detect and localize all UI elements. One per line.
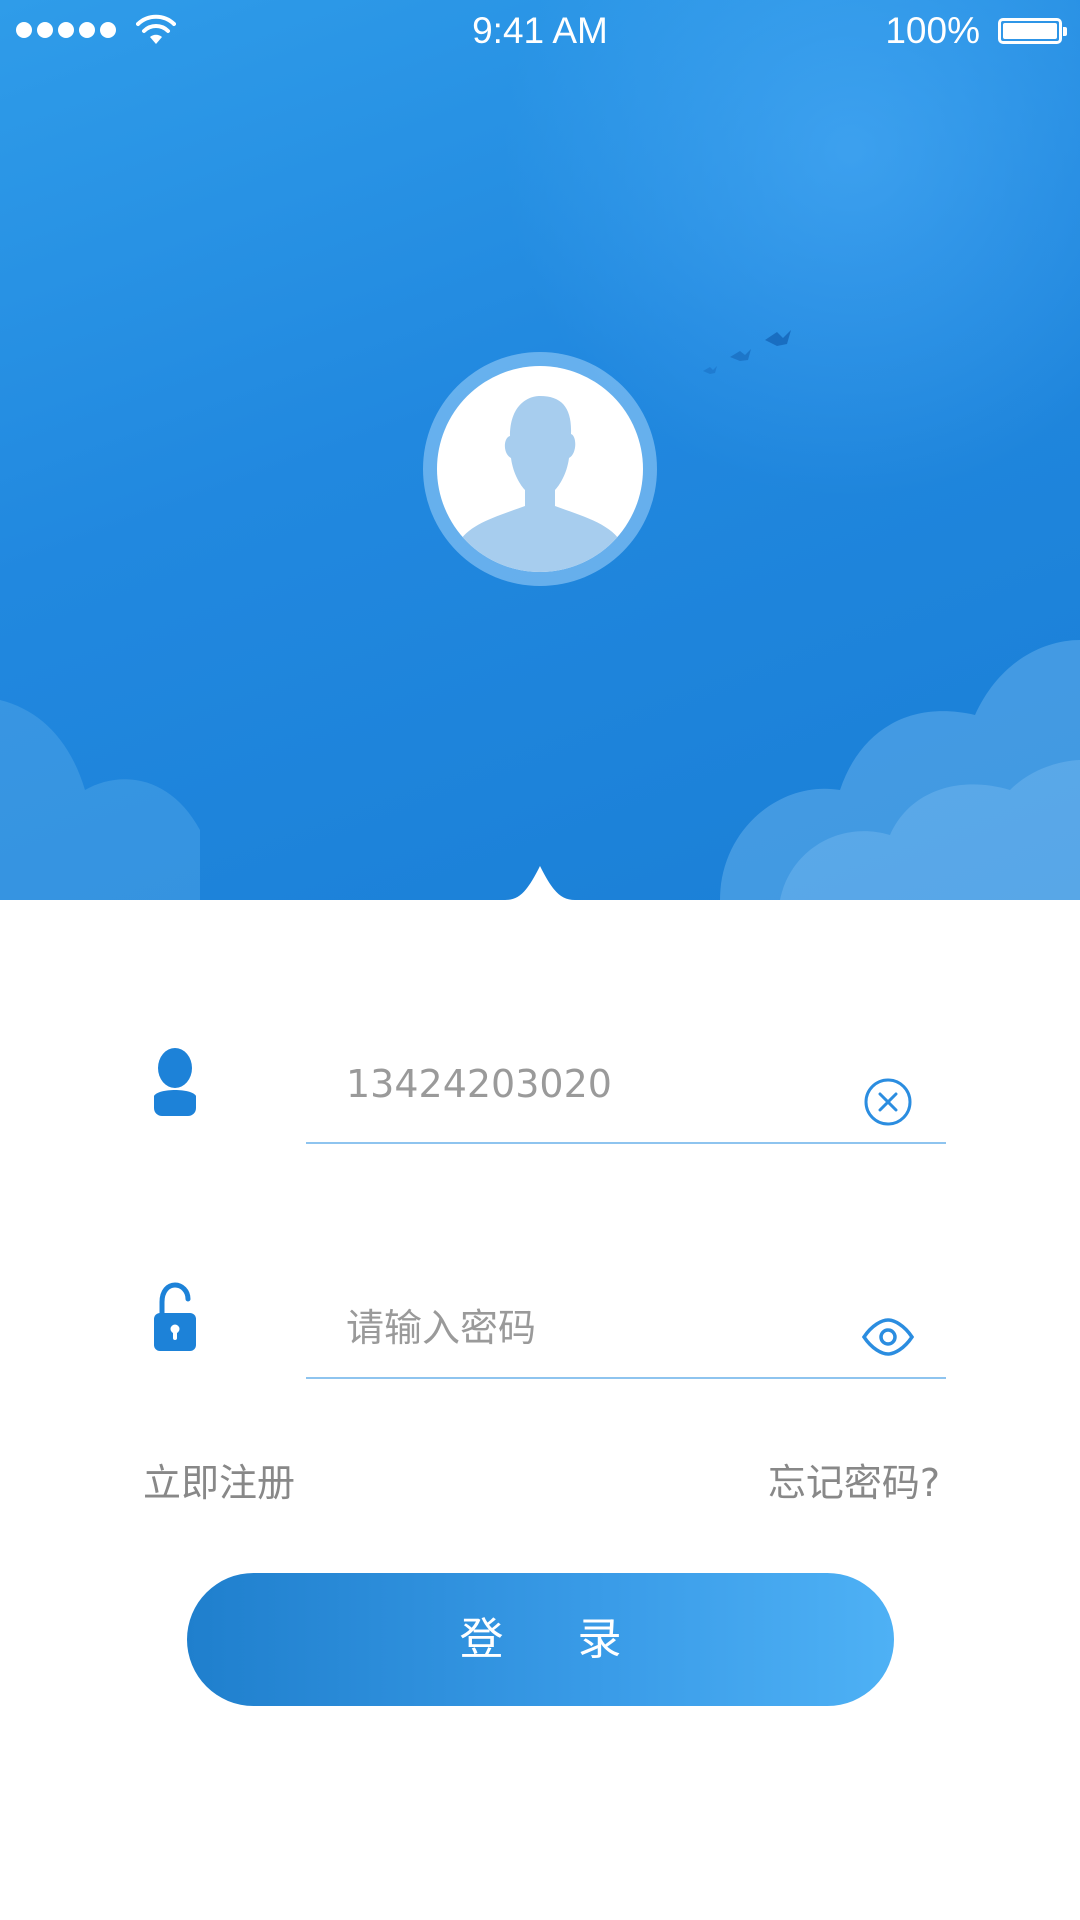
avatar-image (437, 366, 643, 572)
avatar[interactable] (423, 352, 657, 586)
phone-field: 13424203020 (140, 1042, 946, 1162)
login-button-label: 登 录 (459, 1614, 652, 1665)
header-notch (505, 866, 575, 916)
battery-fill (1003, 23, 1057, 39)
eye-icon[interactable] (858, 1307, 918, 1367)
header-banner: 9:41 AM 100% (0, 0, 1080, 900)
battery-icon (998, 18, 1067, 44)
unlock-icon (154, 1282, 196, 1351)
register-link[interactable]: 立即注册 (143, 1452, 295, 1507)
clear-circle-x-icon[interactable] (858, 1072, 918, 1132)
battery-percent: 100% (885, 10, 980, 51)
phone-input-value: 13424203020 (346, 1062, 612, 1106)
password-input[interactable]: 请输入密码 (306, 1277, 946, 1379)
forgot-password-link[interactable]: 忘记密码? (768, 1452, 940, 1507)
default-user-avatar-icon (458, 396, 622, 572)
birds-decoration (703, 330, 791, 374)
login-screen: 9:41 AM 100% 13424203020 请输入密码 立即注册 忘记密码… (0, 0, 1080, 1920)
status-bar: 9:41 AM 100% (0, 0, 1080, 64)
auth-links: 立即注册 忘记密码? (143, 1452, 940, 1512)
user-icon (154, 1048, 196, 1116)
phone-input[interactable]: 13424203020 (306, 1042, 946, 1144)
password-placeholder: 请输入密码 (346, 1306, 537, 1350)
password-field: 请输入密码 (140, 1277, 946, 1397)
login-button[interactable]: 登 录 (187, 1573, 894, 1706)
